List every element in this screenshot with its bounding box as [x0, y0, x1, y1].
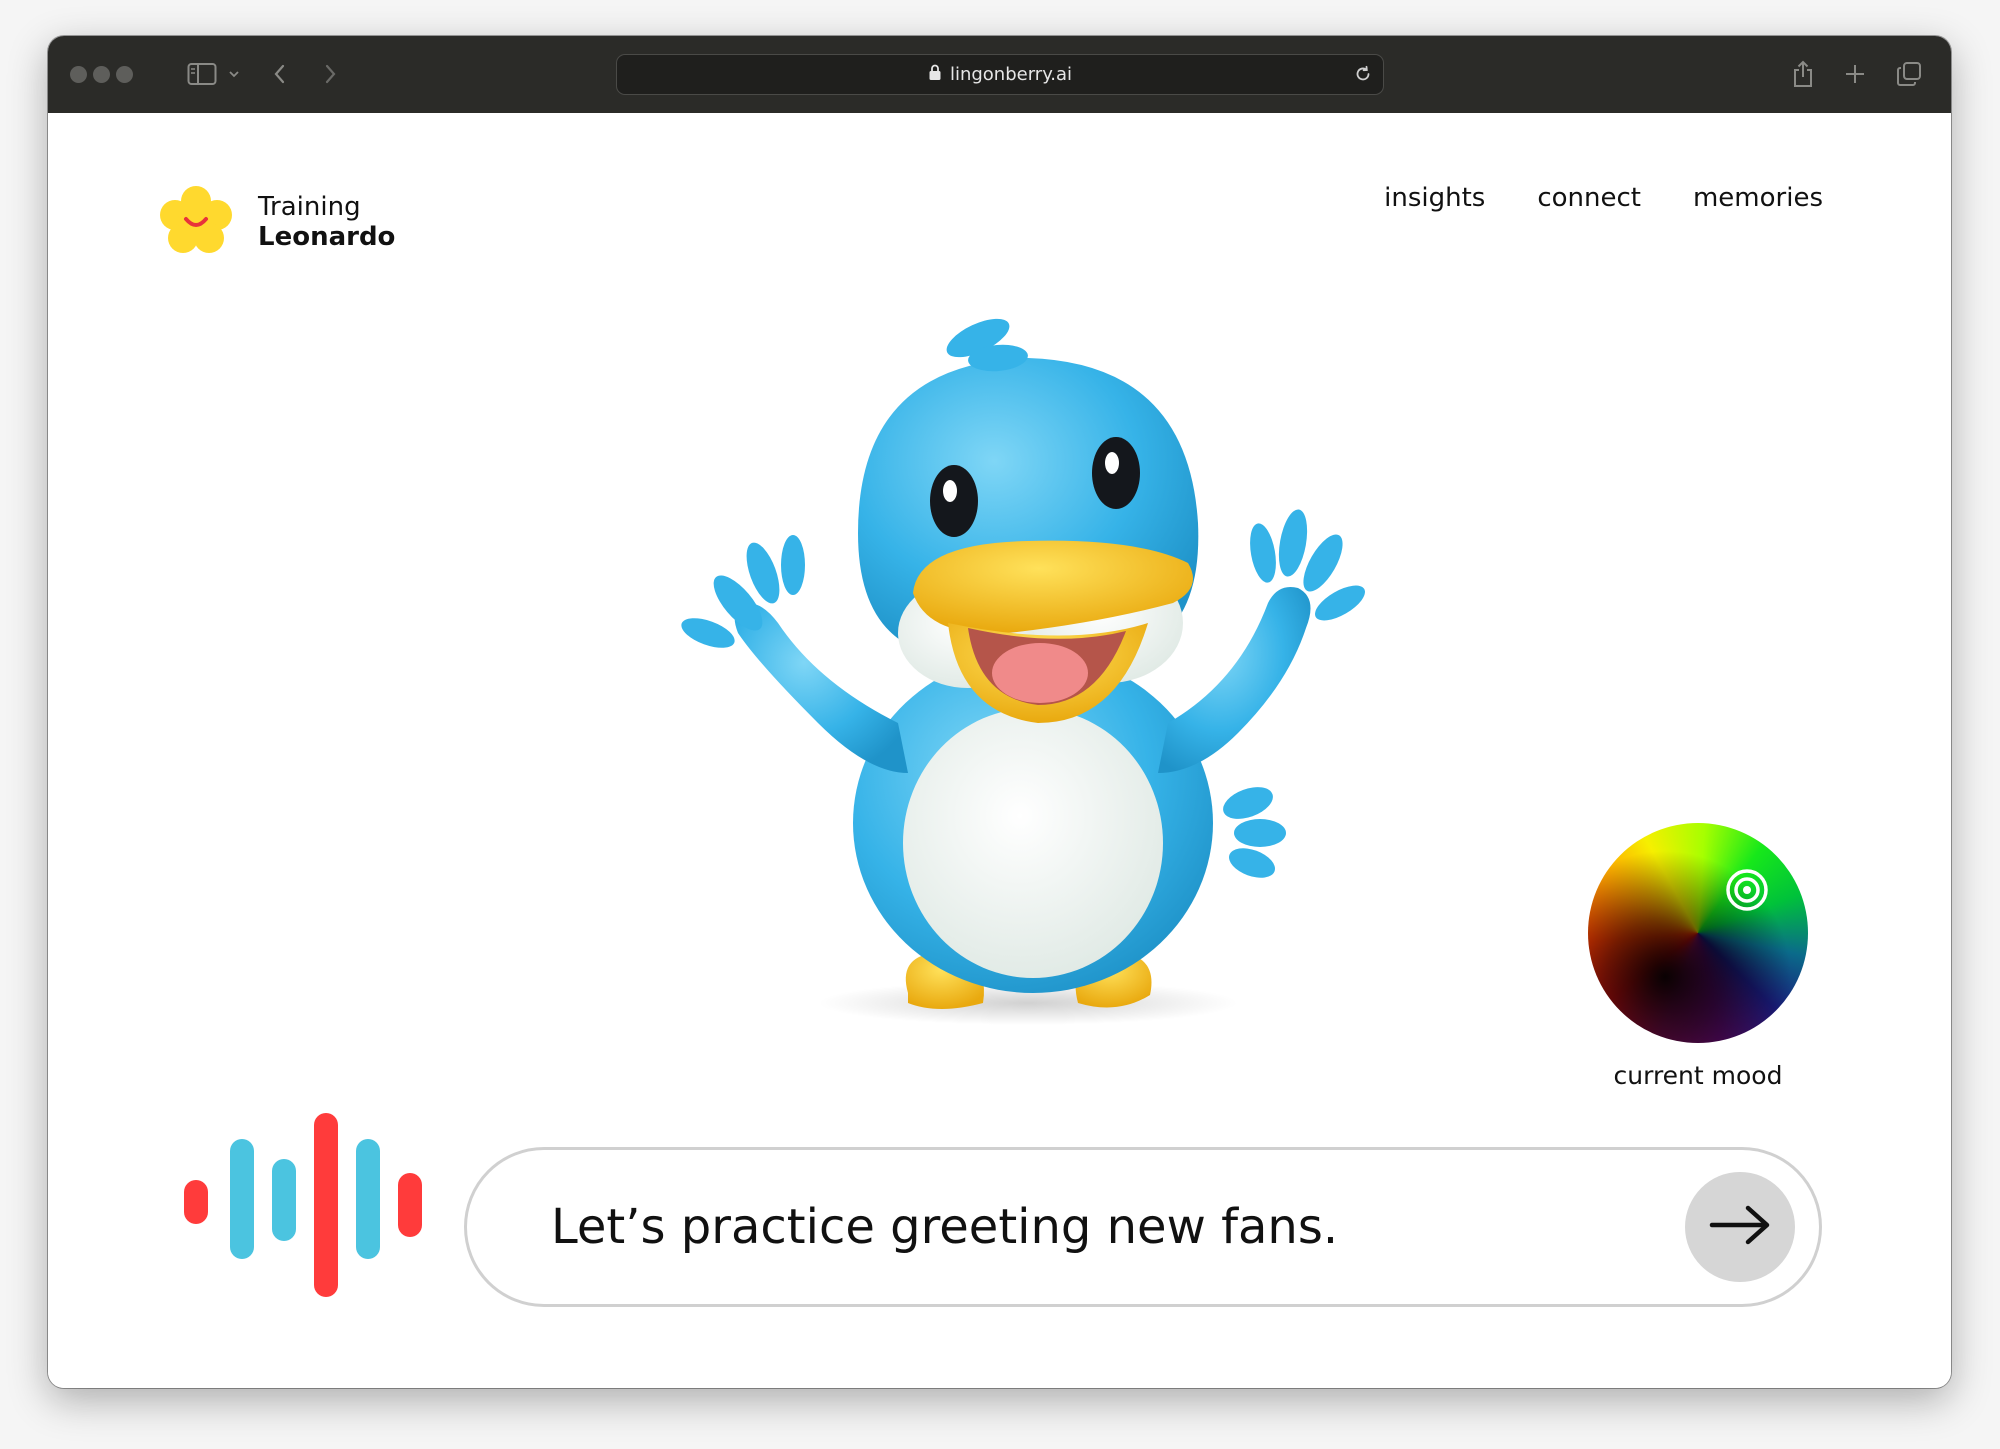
- page-content: Training Leonardo insights connect memor…: [48, 113, 1951, 1388]
- prompt-text[interactable]: Let’s practice greeting new fans.: [551, 1199, 1338, 1255]
- close-window-dot[interactable]: [70, 66, 87, 83]
- reload-icon[interactable]: [1353, 64, 1373, 89]
- nav-insights[interactable]: insights: [1384, 183, 1485, 213]
- url-text: lingonberry.ai: [949, 64, 1073, 85]
- share-icon[interactable]: [1785, 56, 1821, 92]
- chevron-down-icon[interactable]: [216, 56, 252, 92]
- prompt-input[interactable]: Let’s practice greeting new fans.: [464, 1147, 1822, 1307]
- minimize-window-dot[interactable]: [93, 66, 110, 83]
- maximize-window-dot[interactable]: [116, 66, 133, 83]
- brand-name: Leonardo: [258, 221, 396, 252]
- mood-color-wheel[interactable]: [1588, 823, 1808, 1043]
- new-tab-icon[interactable]: [1837, 56, 1873, 92]
- flower-logo-icon: [160, 185, 232, 260]
- brand[interactable]: Training Leonardo: [160, 185, 395, 260]
- lock-icon: [928, 63, 942, 86]
- target-marker-icon[interactable]: [1724, 867, 1770, 918]
- address-bar[interactable]: lingonberry.ai: [616, 54, 1384, 95]
- back-icon[interactable]: [262, 56, 298, 92]
- tab-overview-icon[interactable]: [1891, 56, 1927, 92]
- mascot-image: [668, 303, 1388, 1043]
- voice-input-icon[interactable]: [184, 1113, 434, 1303]
- mood-label: current mood: [1613, 1061, 1783, 1090]
- nav-memories[interactable]: memories: [1693, 183, 1823, 213]
- sidebar-toggle-icon[interactable]: [184, 56, 220, 92]
- browser-toolbar: lingonberry.ai: [48, 36, 1951, 113]
- forward-icon[interactable]: [312, 56, 348, 92]
- browser-window: lingonberry.ai Training Leonardo insight…: [48, 36, 1951, 1388]
- arrow-right-icon: [1708, 1203, 1772, 1252]
- mood-indicator: current mood: [1588, 823, 1808, 1090]
- send-button[interactable]: [1685, 1172, 1795, 1282]
- nav-connect[interactable]: connect: [1537, 183, 1641, 213]
- main-nav: insights connect memories: [1384, 183, 1823, 213]
- brand-subtitle: Training: [258, 191, 361, 222]
